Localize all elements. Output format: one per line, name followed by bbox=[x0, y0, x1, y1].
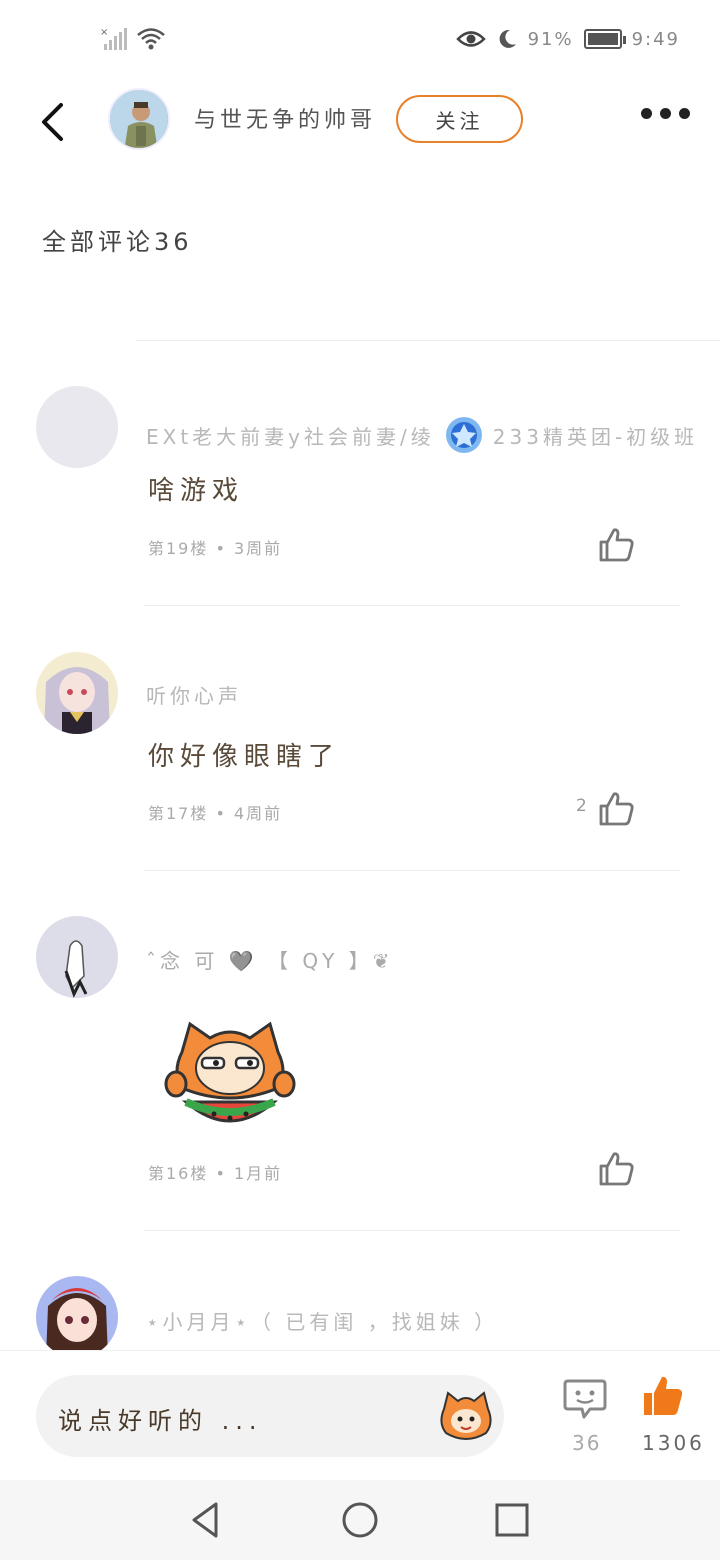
comment-meta: 第16楼 • 1月前 bbox=[148, 1164, 283, 1183]
comment-user-name[interactable]: 听你心声 bbox=[146, 680, 242, 709]
comment-count: 36 bbox=[572, 1431, 602, 1455]
system-nav-bar bbox=[0, 1480, 720, 1560]
back-button[interactable] bbox=[32, 98, 72, 146]
like-count: 2 bbox=[576, 796, 587, 816]
comment-user-name[interactable]: EXt老大前妻y社会前妻/绫 233精英团-初级班 bbox=[146, 414, 698, 456]
battery-percent: 91% bbox=[527, 28, 574, 50]
nav-home-icon[interactable] bbox=[340, 1500, 380, 1540]
status-left: × bbox=[100, 26, 166, 52]
badge-label: 233精英团-初级班 bbox=[492, 424, 699, 449]
eye-icon bbox=[455, 31, 486, 47]
author-name[interactable]: 与世无争的帅哥 bbox=[194, 102, 376, 134]
divider bbox=[144, 870, 680, 871]
like-count: 1306 bbox=[642, 1431, 705, 1455]
more-dot-icon bbox=[641, 108, 652, 119]
wifi-icon bbox=[137, 28, 165, 50]
avatar[interactable] bbox=[36, 916, 118, 998]
bottom-input-bar: 说点好听的 ... 36 1306 bbox=[0, 1350, 720, 1480]
all-comments-title: 全部评论36 bbox=[42, 228, 193, 256]
comment-bubble-icon[interactable] bbox=[562, 1375, 608, 1421]
divider bbox=[136, 340, 720, 341]
signal-icon: × bbox=[100, 27, 127, 50]
svg-text:×: × bbox=[100, 27, 108, 38]
comment-text: 啥游戏 bbox=[148, 476, 245, 506]
thumbs-up-icon[interactable] bbox=[596, 1148, 636, 1188]
divider bbox=[144, 1230, 680, 1231]
thumbs-up-filled-icon[interactable] bbox=[640, 1373, 686, 1419]
follow-button[interactable]: 关注 bbox=[396, 95, 523, 143]
status-bar: × 91% 9:49 bbox=[0, 0, 720, 80]
comment-meta: 第19楼 • 3周前 bbox=[148, 539, 283, 558]
nav-back-icon[interactable] bbox=[186, 1500, 226, 1540]
more-dot-icon bbox=[679, 108, 690, 119]
more-button[interactable] bbox=[641, 108, 690, 119]
divider bbox=[144, 605, 680, 606]
status-right: 91% 9:49 bbox=[455, 28, 680, 50]
comment-user-name[interactable]: ⋆小月月⋆（ 已有闺 ，找姐妹 ） bbox=[146, 1306, 498, 1335]
author-avatar[interactable] bbox=[108, 88, 170, 150]
thumbs-up-icon[interactable] bbox=[596, 524, 636, 564]
chevron-left-icon bbox=[42, 103, 63, 141]
thumbs-up-icon[interactable] bbox=[596, 788, 636, 828]
comment-text: 你好像眼瞎了 bbox=[148, 742, 341, 772]
monkey-watermelon-sticker bbox=[164, 1021, 296, 1123]
emoji-sticker-icon[interactable] bbox=[436, 1387, 496, 1447]
comment-input[interactable]: 说点好听的 ... bbox=[36, 1375, 504, 1457]
comment-meta: 第17楼 • 4周前 bbox=[148, 804, 283, 823]
avatar[interactable] bbox=[36, 652, 118, 734]
status-time: 9:49 bbox=[631, 28, 680, 50]
comment-user-name[interactable]: ˆ念 可 🩶 【 QY 】❦ bbox=[146, 945, 393, 974]
battery-icon bbox=[583, 29, 626, 49]
header: 与世无争的帅哥 关注 bbox=[0, 80, 720, 160]
medal-badge-icon bbox=[445, 417, 482, 453]
comment-input-placeholder: 说点好听的 ... bbox=[58, 1407, 263, 1435]
avatar[interactable] bbox=[36, 1276, 118, 1358]
nav-recents-icon[interactable] bbox=[492, 1500, 532, 1540]
more-dot-icon bbox=[660, 108, 671, 119]
avatar[interactable] bbox=[36, 386, 118, 468]
moon-icon bbox=[499, 29, 516, 48]
